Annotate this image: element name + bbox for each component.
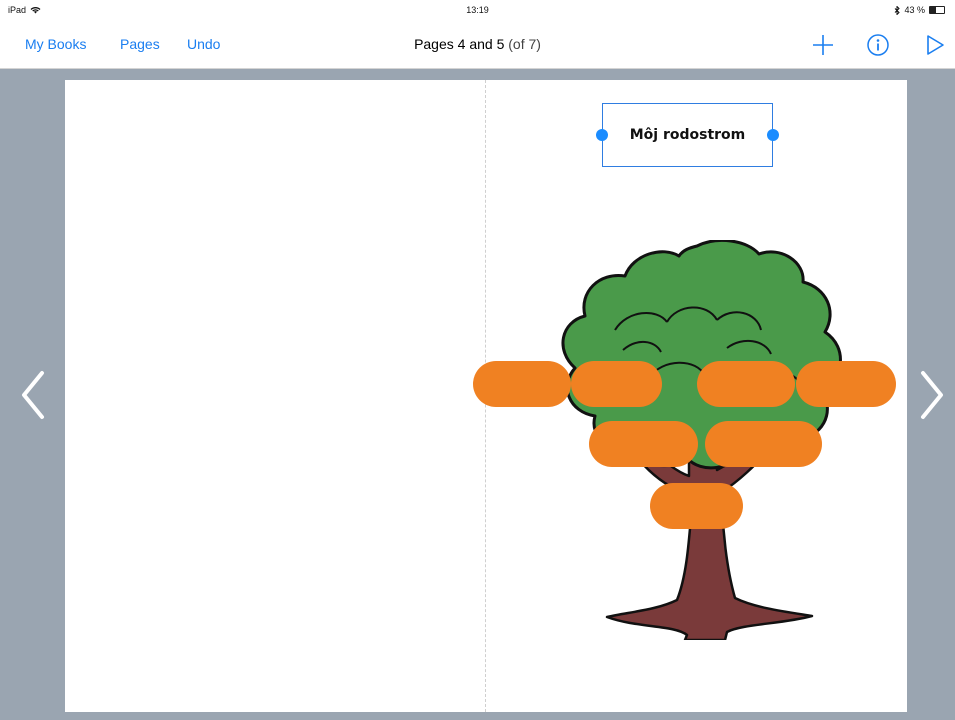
page-title-count: (of 7) [508, 36, 541, 52]
status-right: 43 % [894, 5, 945, 15]
name-slot-5[interactable] [589, 421, 698, 467]
battery-icon [929, 6, 945, 14]
chevron-left-icon[interactable] [16, 363, 50, 427]
play-icon[interactable] [922, 32, 948, 58]
name-slot-4[interactable] [796, 361, 896, 407]
name-slot-3[interactable] [697, 361, 795, 407]
toolbar: My Books Pages Undo Pages 4 and 5 (of 7) [0, 20, 955, 69]
status-bar: iPad 13:19 43 % [0, 0, 955, 20]
bluetooth-icon [895, 5, 901, 15]
page-title-main: Pages 4 and 5 [414, 36, 505, 52]
resize-handle-left[interactable] [596, 129, 608, 141]
name-slot-1[interactable] [473, 361, 571, 407]
name-slot-6[interactable] [705, 421, 822, 467]
name-slot-2[interactable] [571, 361, 662, 407]
resize-handle-right[interactable] [767, 129, 779, 141]
title-text: Môj rodostrom [629, 127, 746, 143]
title-text-box[interactable]: Môj rodostrom [596, 103, 779, 167]
chevron-right-icon[interactable] [915, 363, 949, 427]
info-icon[interactable] [865, 32, 891, 58]
battery-percent: 43 % [904, 5, 925, 15]
book-spread: Môj rodostrom [65, 80, 907, 712]
name-slot-7[interactable] [650, 483, 743, 529]
status-time: 13:19 [466, 5, 489, 15]
page-4[interactable] [65, 80, 486, 712]
plus-icon[interactable] [810, 32, 836, 58]
